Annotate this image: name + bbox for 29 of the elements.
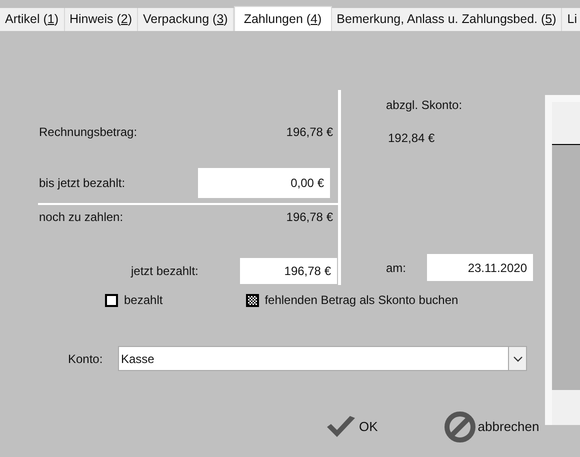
checkmark-icon xyxy=(325,415,357,439)
checkbox[interactable] xyxy=(246,294,259,306)
amount-field[interactable]: 0,00 € xyxy=(198,168,330,198)
field-label: noch zu zahlen: xyxy=(39,209,124,226)
account-dropdown[interactable]: Kasse xyxy=(118,346,527,371)
date-field[interactable]: 23.11.2020 xyxy=(427,254,533,281)
amount-field[interactable]: 196,78 € xyxy=(240,258,337,284)
field-label: Konto: xyxy=(68,350,104,368)
tab[interactable]: Zahlungen (4) xyxy=(234,6,332,31)
amount-text: 196,78 € xyxy=(286,124,333,141)
checkbox[interactable] xyxy=(105,294,118,306)
amount-text: 196,78 € xyxy=(286,209,333,226)
cancel-button[interactable]: abbrechen xyxy=(444,411,540,443)
ok-button[interactable]: OK xyxy=(325,415,378,439)
amount-text: 192,84 € xyxy=(388,130,436,147)
tab[interactable]: Hinweis (2) xyxy=(64,8,138,31)
tab[interactable]: Bemerkung, Anlass u. Zahlungsbed. (5) xyxy=(332,8,562,31)
checkbox-label: bezahlt xyxy=(124,292,163,309)
field-label: abzgl. Skonto: xyxy=(386,97,464,114)
tab[interactable]: Verpackung (3) xyxy=(138,8,234,31)
checkbox-label: fehlenden Betrag als Skonto buchen xyxy=(264,292,458,309)
field-label: bis jetzt bezahlt: xyxy=(38,175,126,192)
field-label: Rechnungsbetrag: xyxy=(39,124,138,141)
field-label: am: xyxy=(386,260,408,276)
prohibited-icon xyxy=(444,411,476,443)
tab[interactable]: Li xyxy=(562,8,580,31)
field-label: jetzt bezahlt: xyxy=(130,263,200,280)
chevron-down-icon xyxy=(512,356,522,362)
tab[interactable]: Artikel (1) xyxy=(0,8,64,31)
